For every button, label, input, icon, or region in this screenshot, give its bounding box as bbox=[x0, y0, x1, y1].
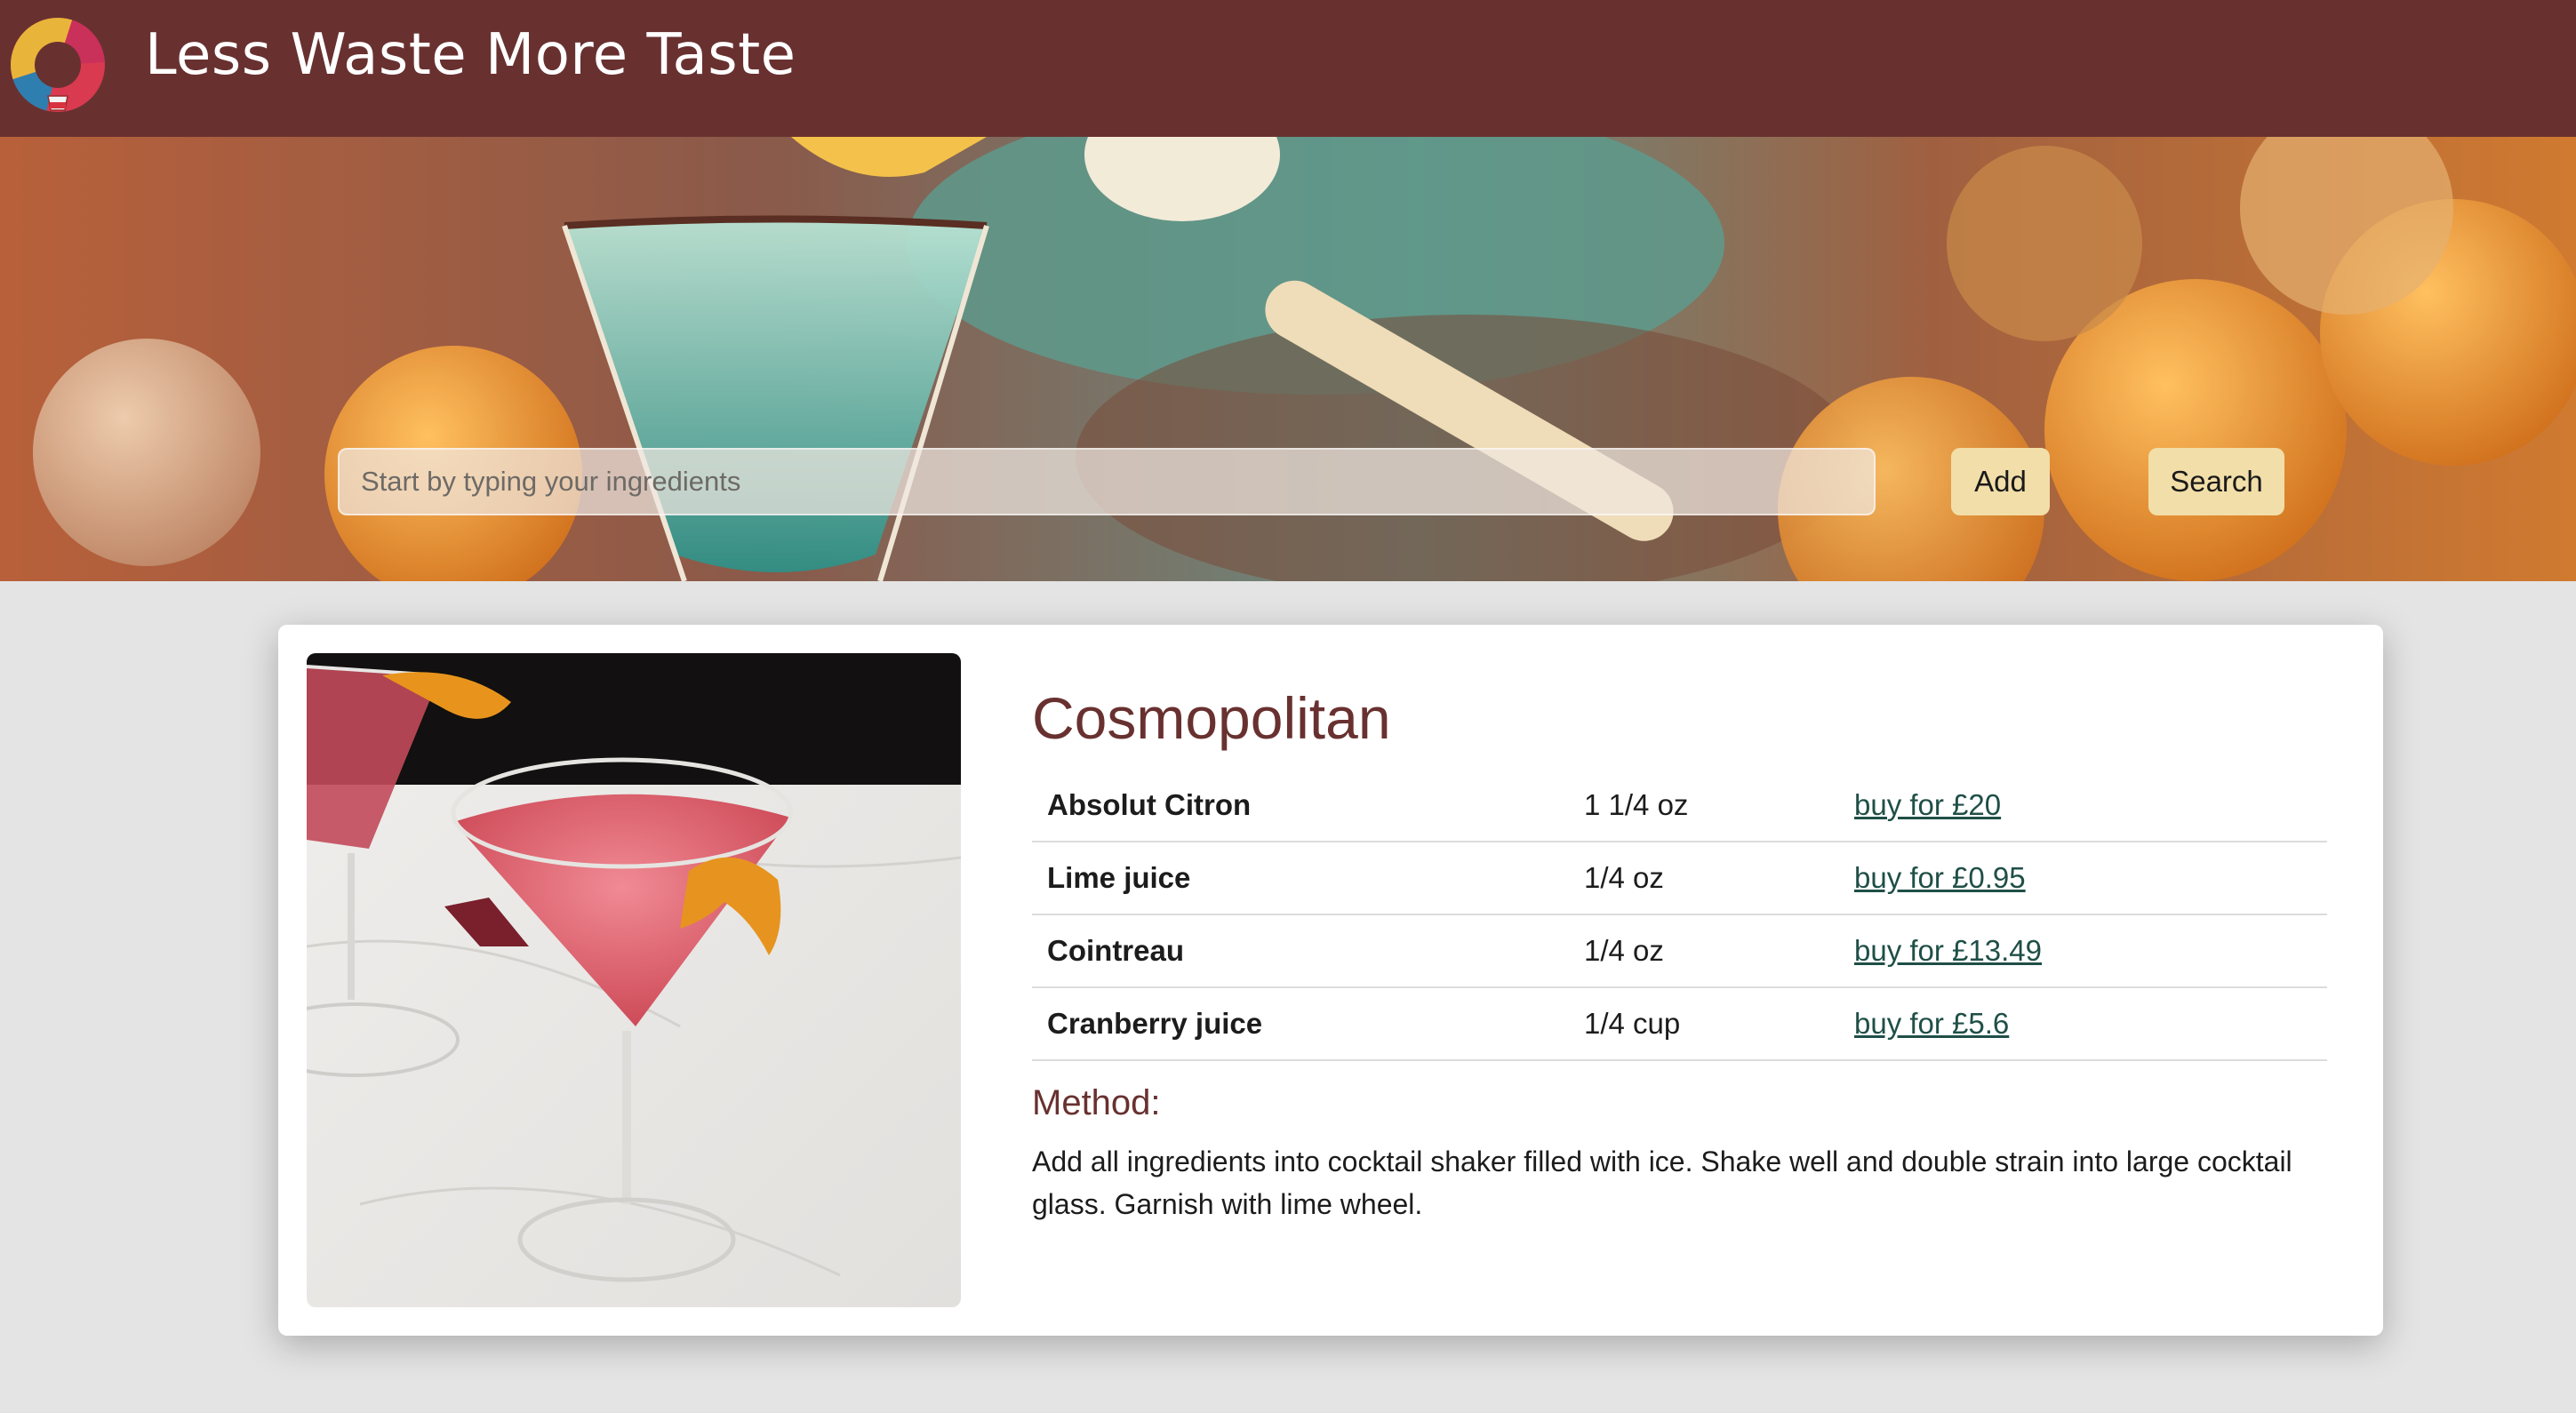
table-row: Lime juice 1/4 oz buy for £0.95 bbox=[1032, 842, 2327, 914]
recipe-title: Cosmopolitan bbox=[1032, 685, 1391, 751]
ingredient-amount: 1/4 cup bbox=[1584, 1007, 1681, 1040]
ingredients-table: Absolut Citron 1 1/4 oz buy for £20 Lime… bbox=[1032, 769, 2327, 1061]
table-row: Cranberry juice 1/4 cup buy for £5.6 bbox=[1032, 987, 2327, 1060]
buy-link[interactable]: buy for £5.6 bbox=[1854, 1007, 2009, 1040]
table-row: Cointreau 1/4 oz buy for £13.49 bbox=[1032, 914, 2327, 987]
buy-link[interactable]: buy for £13.49 bbox=[1854, 934, 2042, 967]
hero-banner: Add Search bbox=[0, 137, 2576, 581]
ingredient-name: Cointreau bbox=[1047, 934, 1185, 967]
buy-link[interactable]: buy for £0.95 bbox=[1854, 861, 2026, 894]
buy-link[interactable]: buy for £20 bbox=[1854, 788, 2001, 821]
logo-icon[interactable] bbox=[11, 18, 105, 112]
search-button[interactable]: Search bbox=[2148, 448, 2284, 515]
ingredient-name: Lime juice bbox=[1047, 861, 1191, 894]
ingredient-amount: 1/4 oz bbox=[1584, 934, 1664, 967]
table-row: Absolut Citron 1 1/4 oz buy for £20 bbox=[1032, 769, 2327, 842]
ingredient-amount: 1 1/4 oz bbox=[1584, 787, 1689, 821]
ingredient-amount: 1/4 oz bbox=[1584, 861, 1664, 894]
ingredient-name: Absolut Citron bbox=[1047, 787, 1252, 821]
ingredient-name: Cranberry juice bbox=[1047, 1007, 1263, 1040]
method-text: Add all ingredients into cocktail shaker… bbox=[1032, 1146, 2292, 1220]
top-bar: Less Waste More Taste bbox=[0, 0, 2576, 137]
cosmopolitan-photo bbox=[307, 653, 961, 1307]
add-button[interactable]: Add bbox=[1951, 448, 2050, 515]
ingredients-search-input[interactable] bbox=[338, 448, 1876, 515]
site-title: Less Waste More Taste bbox=[145, 22, 796, 88]
method-heading: Method: bbox=[1032, 1083, 1161, 1122]
recipe-card: Cosmopolitan Absolut Citron 1 1/4 oz buy… bbox=[278, 625, 2383, 1336]
